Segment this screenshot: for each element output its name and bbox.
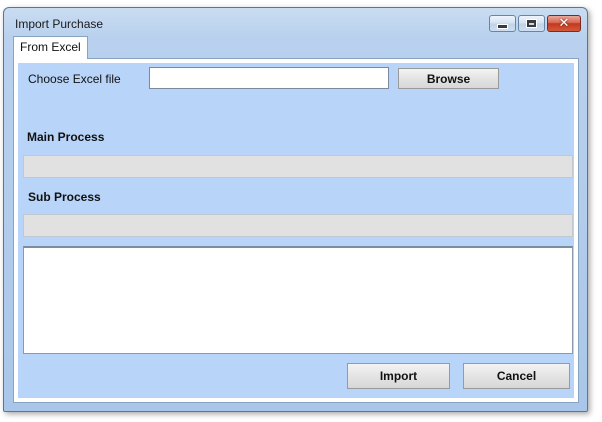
import-purchase-window: Import Purchase ✕ From Excel Choose Exce… [3,7,588,412]
title-bar[interactable]: Import Purchase ✕ [4,8,587,38]
maximize-button[interactable] [518,15,545,32]
maximize-icon [526,19,537,28]
sub-process-progress-bar [23,214,573,237]
caption-buttons: ✕ [489,15,581,32]
tab-from-excel[interactable]: From Excel [13,36,88,59]
cancel-button[interactable]: Cancel [463,363,570,389]
close-icon: ✕ [558,16,570,31]
main-process-label: Main Process [27,130,105,144]
minimize-icon [497,23,508,29]
main-process-progress-bar [23,155,573,178]
log-text-area[interactable] [23,246,573,354]
from-excel-panel: Choose Excel file Browse Main Process Su… [18,63,574,398]
minimize-button[interactable] [489,15,516,32]
import-button[interactable]: Import [347,363,450,389]
choose-file-label: Choose Excel file [28,72,121,86]
browse-button[interactable]: Browse [398,68,499,89]
close-button[interactable]: ✕ [547,15,581,32]
tab-content-frame: Choose Excel file Browse Main Process Su… [13,58,579,403]
sub-process-label: Sub Process [28,190,101,204]
desktop: Import Purchase ✕ From Excel Choose Exce… [0,0,602,422]
window-title: Import Purchase [15,17,104,31]
file-path-input[interactable] [149,67,389,89]
